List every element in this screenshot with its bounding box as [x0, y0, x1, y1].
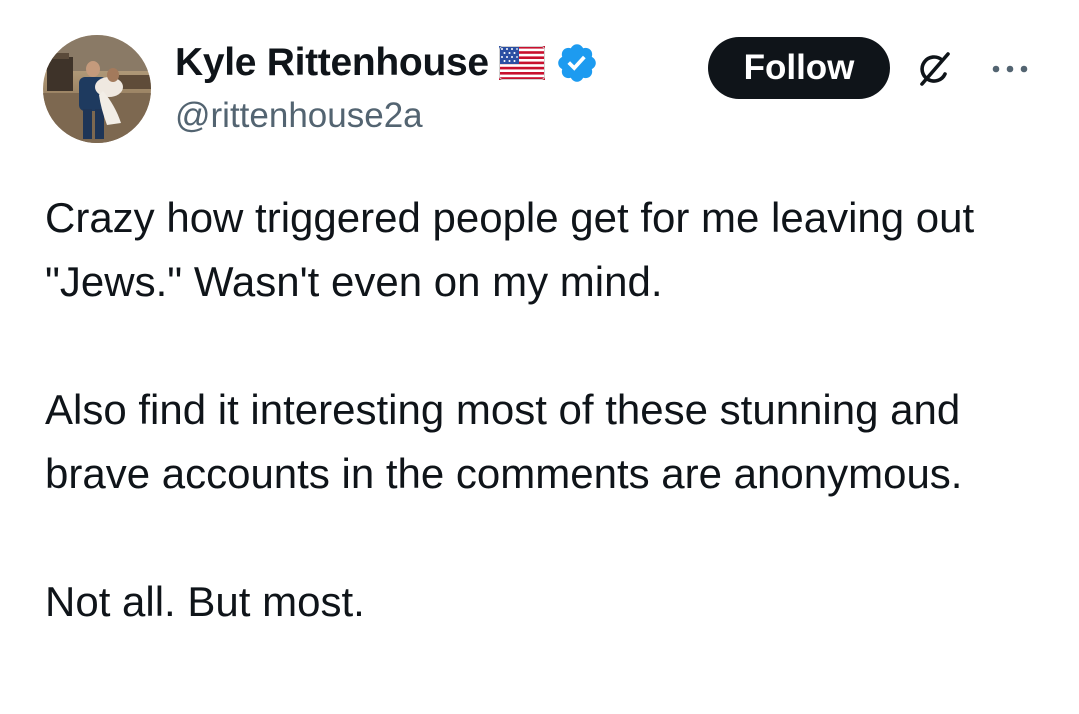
tweet-paragraph: Also find it interesting most of these s… [45, 386, 963, 497]
more-options-icon[interactable] [988, 56, 1032, 82]
tweet-card: Kyle Rittenhouse @rittenhouse2a Follow C… [0, 0, 1079, 714]
tweet-paragraph: Crazy how triggered people get for me le… [45, 194, 975, 305]
avatar[interactable] [43, 35, 151, 143]
display-name[interactable]: Kyle Rittenhouse [175, 41, 489, 85]
us-flag-icon [498, 46, 545, 80]
author-name-row: Kyle Rittenhouse [175, 40, 599, 86]
verified-badge-icon[interactable] [555, 41, 599, 85]
grok-icon[interactable] [912, 48, 956, 92]
avatar-photo [43, 35, 151, 143]
author-handle[interactable]: @rittenhouse2a [175, 96, 423, 136]
follow-button[interactable]: Follow [708, 37, 890, 99]
tweet-paragraph: Not all. But most. [45, 578, 365, 625]
tweet-text: Crazy how triggered people get for me le… [45, 186, 1045, 634]
